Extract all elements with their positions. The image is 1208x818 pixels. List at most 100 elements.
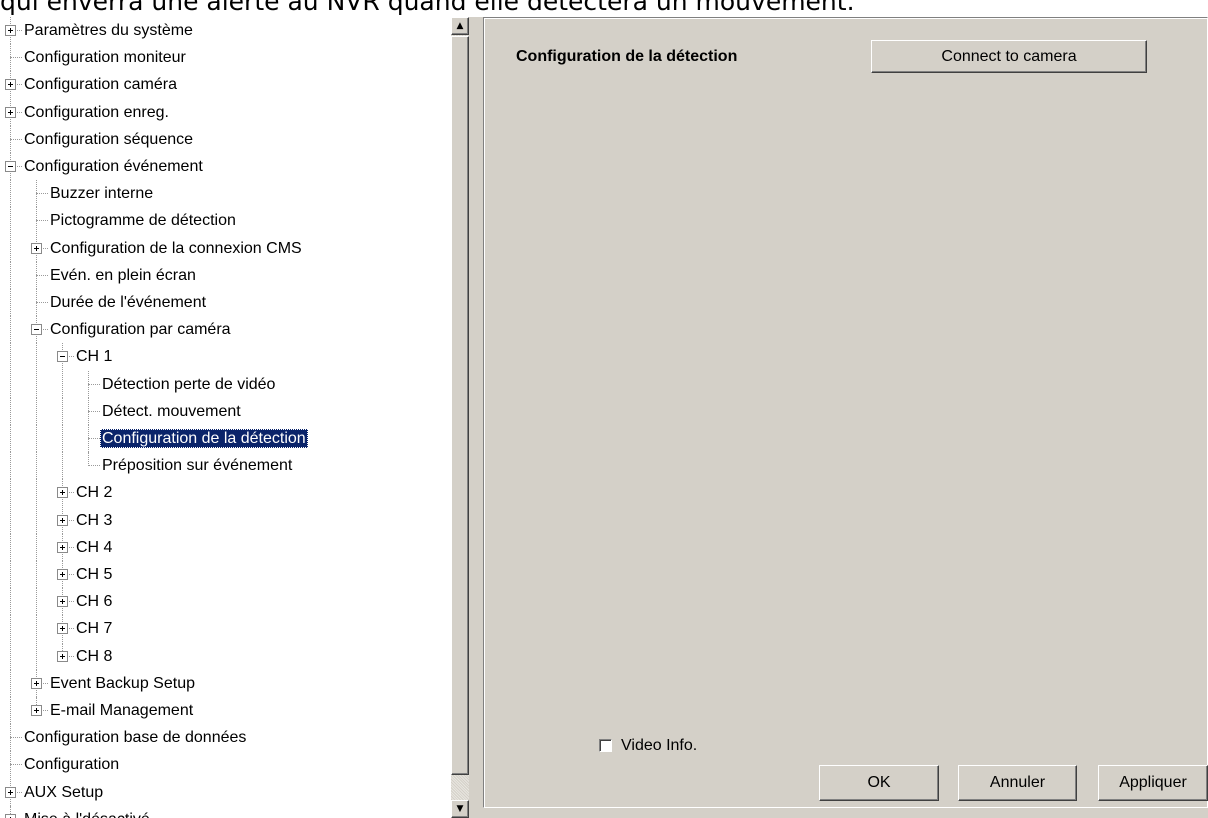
tree-line: [36, 452, 37, 480]
scroll-thumb[interactable]: [451, 36, 469, 775]
expand-plus-icon[interactable]: [5, 79, 16, 91]
ok-button[interactable]: OK: [819, 765, 939, 801]
scroll-up-button[interactable]: ▲: [451, 17, 469, 35]
tree-line: [88, 452, 89, 467]
tree-node[interactable]: Configuration: [0, 751, 451, 779]
tree-node-label: CH 8: [76, 647, 113, 665]
tree-line: [10, 261, 11, 289]
tree-line: [36, 397, 37, 425]
expand-plus-icon[interactable]: [5, 106, 16, 118]
expand-plus-icon[interactable]: [57, 596, 68, 608]
tree-node[interactable]: CH 3: [0, 506, 451, 534]
tree-node[interactable]: Buzzer interne: [0, 180, 451, 208]
tree-node[interactable]: CH 4: [0, 533, 451, 561]
expand-plus-icon[interactable]: [31, 242, 42, 254]
connect-to-camera-button[interactable]: Connect to camera: [871, 40, 1147, 73]
tree-line: [10, 452, 11, 480]
tree-node[interactable]: Configuration de la détection: [0, 425, 451, 452]
tree-node[interactable]: Détection perte de vidéo: [0, 370, 451, 398]
tree-node[interactable]: Détect. mouvement: [0, 397, 451, 425]
tree-node[interactable]: CH 1: [0, 343, 451, 371]
tree-line: [36, 533, 37, 561]
detection-config-panel: Configuration de la détection Connect to…: [483, 17, 1208, 808]
tree-node[interactable]: Durée de l'événement: [0, 289, 451, 316]
tree-node-label: CH 4: [76, 538, 113, 556]
expand-plus-icon[interactable]: [5, 813, 16, 818]
tree-node[interactable]: E-mail Management: [0, 697, 451, 724]
expand-plus-icon[interactable]: [57, 487, 68, 499]
tree-line: [36, 370, 37, 398]
tree-node[interactable]: CH 7: [0, 615, 451, 643]
tree-line: [10, 533, 11, 561]
tree-line: [10, 425, 11, 452]
expand-plus-icon[interactable]: [5, 786, 16, 798]
video-info-checkbox[interactable]: [599, 739, 612, 752]
tree-node[interactable]: CH 5: [0, 561, 451, 588]
expand-plus-icon[interactable]: [31, 677, 42, 689]
expand-plus-icon[interactable]: [57, 650, 68, 662]
tree-node[interactable]: CH 8: [0, 642, 451, 670]
collapse-minus-icon[interactable]: [31, 324, 42, 336]
tree-line: [10, 316, 11, 344]
tree-line: [10, 642, 11, 670]
tree-node-label: AUX Setup: [24, 783, 104, 801]
tree-node[interactable]: AUX Setup: [0, 778, 451, 806]
tree-line: [10, 506, 11, 534]
tree-line: [62, 425, 63, 452]
cancel-button[interactable]: Annuler: [958, 765, 1077, 801]
expand-plus-icon[interactable]: [5, 25, 16, 36]
tree-node[interactable]: Configuration enreg.: [0, 98, 451, 126]
video-info-label: Video Info.: [621, 737, 698, 754]
tree-line: [88, 410, 100, 412]
tree-line: [36, 193, 48, 195]
tree-line: [62, 452, 63, 480]
tree-node-label: CH 1: [76, 348, 113, 366]
tree-node[interactable]: Configuration de la connexion CMS: [0, 234, 451, 262]
tree-node-label: Configuration par caméra: [50, 321, 231, 339]
expand-plus-icon[interactable]: [57, 541, 68, 553]
tree-node[interactable]: Configuration caméra: [0, 71, 451, 99]
tree-node[interactable]: Evén. en plein écran: [0, 261, 451, 289]
tree-line: [36, 302, 48, 303]
tree-node[interactable]: Event Backup Setup: [0, 669, 451, 697]
tree-node[interactable]: Mise à l'désactivé: [0, 805, 451, 818]
tree-node-label: Evén. en plein écran: [50, 266, 196, 284]
tree-node[interactable]: Configuration événement: [0, 153, 451, 180]
expand-plus-icon[interactable]: [57, 514, 68, 526]
tree-line: [36, 588, 37, 616]
caption-text: qui enverra une alerte au NVR quand elle…: [0, 0, 855, 16]
tree-node-label: CH 2: [76, 484, 113, 502]
tree-line: [36, 425, 37, 452]
expand-plus-icon[interactable]: [57, 623, 68, 635]
tree-node-label: Détect. mouvement: [102, 402, 241, 420]
collapse-minus-icon[interactable]: [5, 161, 16, 172]
tree-line: [10, 397, 11, 425]
expand-plus-icon[interactable]: [57, 569, 68, 580]
tree-scrollbar[interactable]: ▲ ▼: [451, 17, 469, 818]
tree-node-label: Buzzer interne: [50, 185, 154, 203]
tree-node[interactable]: Configuration base de données: [0, 724, 451, 752]
tree-node[interactable]: CH 6: [0, 588, 451, 616]
tree-node[interactable]: Configuration séquence: [0, 125, 451, 153]
arrow-down-icon: ▼: [456, 804, 464, 814]
tree-node-label: CH 6: [76, 593, 113, 611]
tree-line: [62, 370, 63, 398]
tree-node[interactable]: Paramètres du système: [0, 17, 451, 44]
collapse-minus-icon[interactable]: [57, 351, 68, 363]
tree-node-label: Configuration enreg.: [24, 103, 169, 121]
tree-node[interactable]: Configuration par caméra: [0, 316, 451, 344]
tree-node-label: Mise à l'désactivé: [22, 810, 152, 818]
tree-node[interactable]: Configuration moniteur: [0, 44, 451, 72]
expand-plus-icon[interactable]: [31, 705, 42, 716]
tree-line: [36, 274, 48, 276]
tree-node[interactable]: Pictogramme de détection: [0, 207, 451, 235]
arrow-up-icon: ▲: [456, 21, 464, 31]
apply-button[interactable]: Appliquer: [1098, 765, 1208, 801]
tree-line: [36, 479, 37, 507]
tree-node[interactable]: Préposition sur événement: [0, 452, 451, 480]
tree-line: [10, 138, 22, 140]
tree-node-label: Configuration moniteur: [24, 49, 186, 67]
tree-node-label: Configuration: [24, 756, 120, 774]
scroll-down-button[interactable]: ▼: [451, 800, 469, 818]
tree-node[interactable]: CH 2: [0, 479, 451, 507]
